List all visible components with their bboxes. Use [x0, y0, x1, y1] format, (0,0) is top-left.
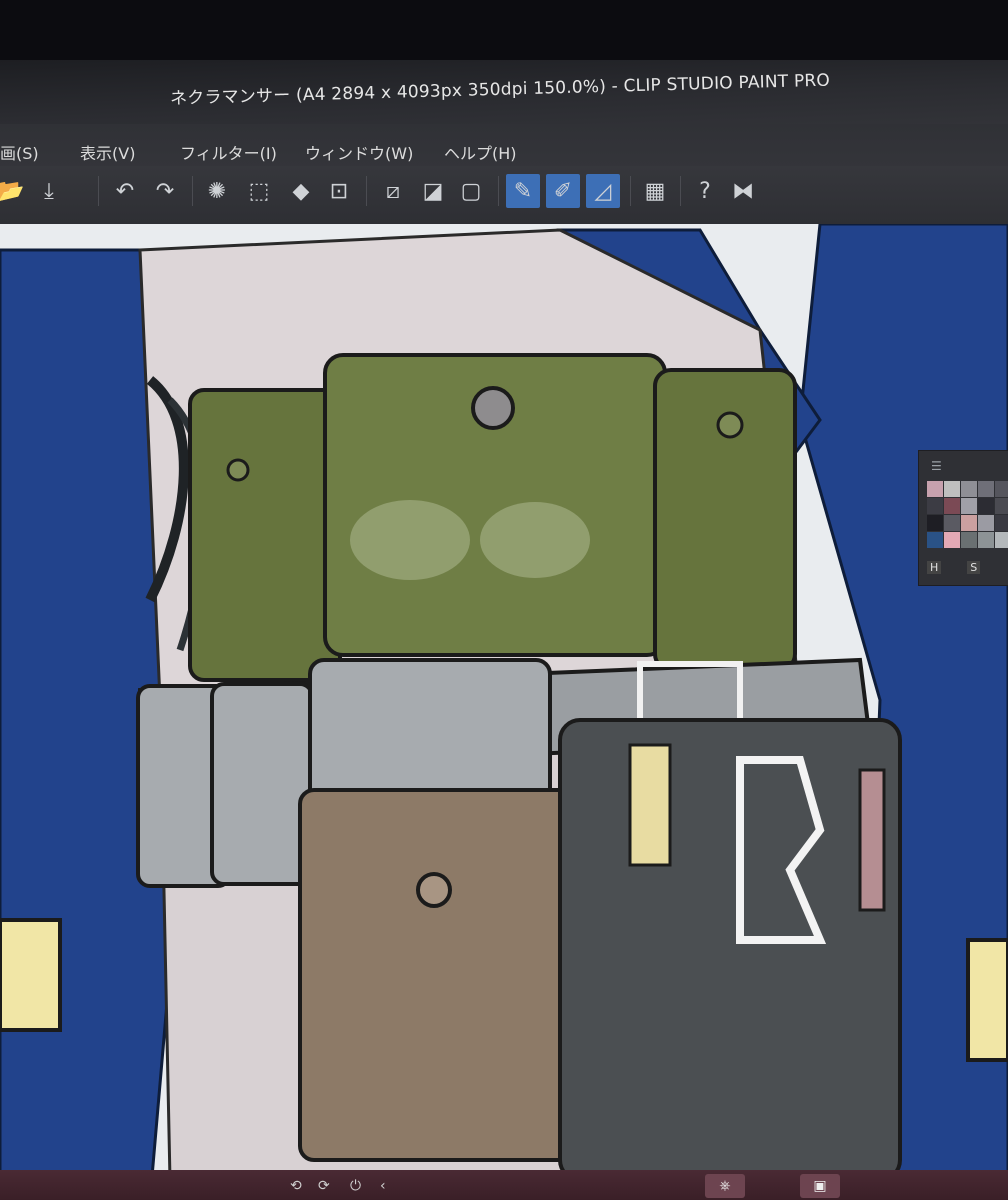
- palette-swatches: [927, 481, 1008, 561]
- palette-swatch[interactable]: [995, 481, 1008, 497]
- transform-icon[interactable]: ⊡: [322, 174, 356, 208]
- flip-icon[interactable]: ⧓: [726, 174, 760, 208]
- prev-icon[interactable]: ⟲: [290, 1178, 302, 1194]
- snap-button: [226, 458, 250, 482]
- highlight: [350, 500, 470, 580]
- palette-swatch[interactable]: [927, 532, 943, 548]
- palette-key-h[interactable]: H: [927, 561, 942, 574]
- menu-window[interactable]: ウィンドウ(W): [305, 140, 413, 164]
- toolbar-separator: [630, 176, 631, 206]
- palette-swatch[interactable]: [961, 481, 977, 497]
- toolbar-separator: [498, 176, 499, 206]
- toolbar-separator: [366, 176, 367, 206]
- palette-swatch[interactable]: [995, 532, 1008, 548]
- toolbar-separator: [98, 176, 99, 206]
- dark-gear-panel: [558, 718, 902, 1182]
- power-icon[interactable]: ⏻: [350, 1178, 361, 1194]
- selection-icon[interactable]: ⬚: [242, 174, 276, 208]
- menu-layer[interactable]: 画(S): [0, 140, 39, 164]
- palette-swatch[interactable]: [944, 532, 960, 548]
- palette-swatch[interactable]: [961, 498, 977, 514]
- jacket-letter: [966, 938, 1008, 1062]
- palette-swatch[interactable]: [927, 481, 943, 497]
- folder-icon[interactable]: 📂: [0, 174, 28, 208]
- window-title: ネクラマンサー (A4 2894 x 4093px 350dpi 150.0%)…: [169, 70, 831, 109]
- palette-swatch[interactable]: [944, 515, 960, 531]
- snap-button: [471, 386, 515, 430]
- palette-swatch[interactable]: [978, 498, 994, 514]
- gray-pouch: [210, 682, 314, 886]
- jacket-letter: [0, 918, 62, 1032]
- menu-view[interactable]: 表示(V): [80, 140, 135, 164]
- cube-icon[interactable]: ▣: [800, 1174, 840, 1198]
- palette-swatch[interactable]: [978, 532, 994, 548]
- toolbar-separator: [680, 176, 681, 206]
- pen-stabilization-icon[interactable]: ✎: [506, 174, 540, 208]
- app-icon[interactable]: ⎈: [705, 1174, 745, 1198]
- brush-stabilization-icon[interactable]: ✐: [546, 174, 580, 208]
- palette-swatch[interactable]: [944, 481, 960, 497]
- brown-pouch: [298, 788, 592, 1162]
- marker-tool: [858, 768, 886, 912]
- show-selection-icon[interactable]: ▢: [454, 174, 488, 208]
- fill-icon[interactable]: ◆: [284, 174, 318, 208]
- snap-button: [716, 411, 744, 439]
- chevron-left-icon[interactable]: ‹: [380, 1178, 386, 1194]
- menu-filter[interactable]: フィルター(I): [180, 140, 277, 164]
- menu-bar: 画(S) 表示(V) フィルター(I) ウィンドウ(W) ヘルプ(H): [0, 124, 1008, 170]
- palette-swatch[interactable]: [961, 532, 977, 548]
- palette-swatch[interactable]: [995, 498, 1008, 514]
- help-icon[interactable]: ?: [688, 174, 722, 208]
- menu-help[interactable]: ヘルプ(H): [444, 140, 517, 164]
- palette-swatch[interactable]: [995, 515, 1008, 531]
- palette-key-s[interactable]: S: [967, 561, 981, 574]
- canvas-area[interactable]: ☰ H S: [0, 224, 1008, 1200]
- color-palette-panel: ☰ H S: [918, 450, 1008, 586]
- gray-pouch-large: [308, 658, 552, 812]
- redo-icon[interactable]: ↷: [148, 174, 182, 208]
- palette-swatch[interactable]: [927, 498, 943, 514]
- palette-swatch[interactable]: [927, 515, 943, 531]
- palette-keys: H S: [927, 561, 981, 574]
- taskbar: ⟲ ⟳ ⏻ ‹ ⎈ ▣: [0, 1170, 1008, 1200]
- olive-pouch-left: [188, 388, 342, 682]
- save-icon[interactable]: ⤓: [32, 174, 66, 208]
- clear-selection-icon[interactable]: ✺: [200, 174, 234, 208]
- knife-handle: [628, 743, 672, 867]
- title-bar: ネクラマンサー (A4 2894 x 4093px 350dpi 150.0%)…: [0, 60, 1008, 124]
- app-window: ネクラマンサー (A4 2894 x 4093px 350dpi 150.0%)…: [0, 0, 1008, 1200]
- device-icon[interactable]: ▦: [638, 174, 672, 208]
- menu-icon[interactable]: ☰: [931, 459, 942, 473]
- palette-swatch[interactable]: [978, 481, 994, 497]
- deselect-icon[interactable]: ⧄: [376, 174, 410, 208]
- palette-swatch[interactable]: [978, 515, 994, 531]
- highlight: [480, 502, 590, 578]
- illustration-canvas: [0, 224, 1008, 1200]
- snap-button: [416, 872, 452, 908]
- palette-swatch[interactable]: [944, 498, 960, 514]
- invert-selection-icon[interactable]: ◪: [416, 174, 450, 208]
- palette-swatch[interactable]: [961, 515, 977, 531]
- undo-icon[interactable]: ↶: [108, 174, 142, 208]
- toolbar-separator: [192, 176, 193, 206]
- toolbar: 📂 ⤓ ↶ ↷ ✺ ⬚ ◆ ⊡ ⧄ ◪ ▢ ✎ ✐ ◿ ▦ ? ⧓: [0, 166, 1008, 225]
- next-icon[interactable]: ⟳: [318, 1178, 330, 1194]
- ruler-icon[interactable]: ◿: [586, 174, 620, 208]
